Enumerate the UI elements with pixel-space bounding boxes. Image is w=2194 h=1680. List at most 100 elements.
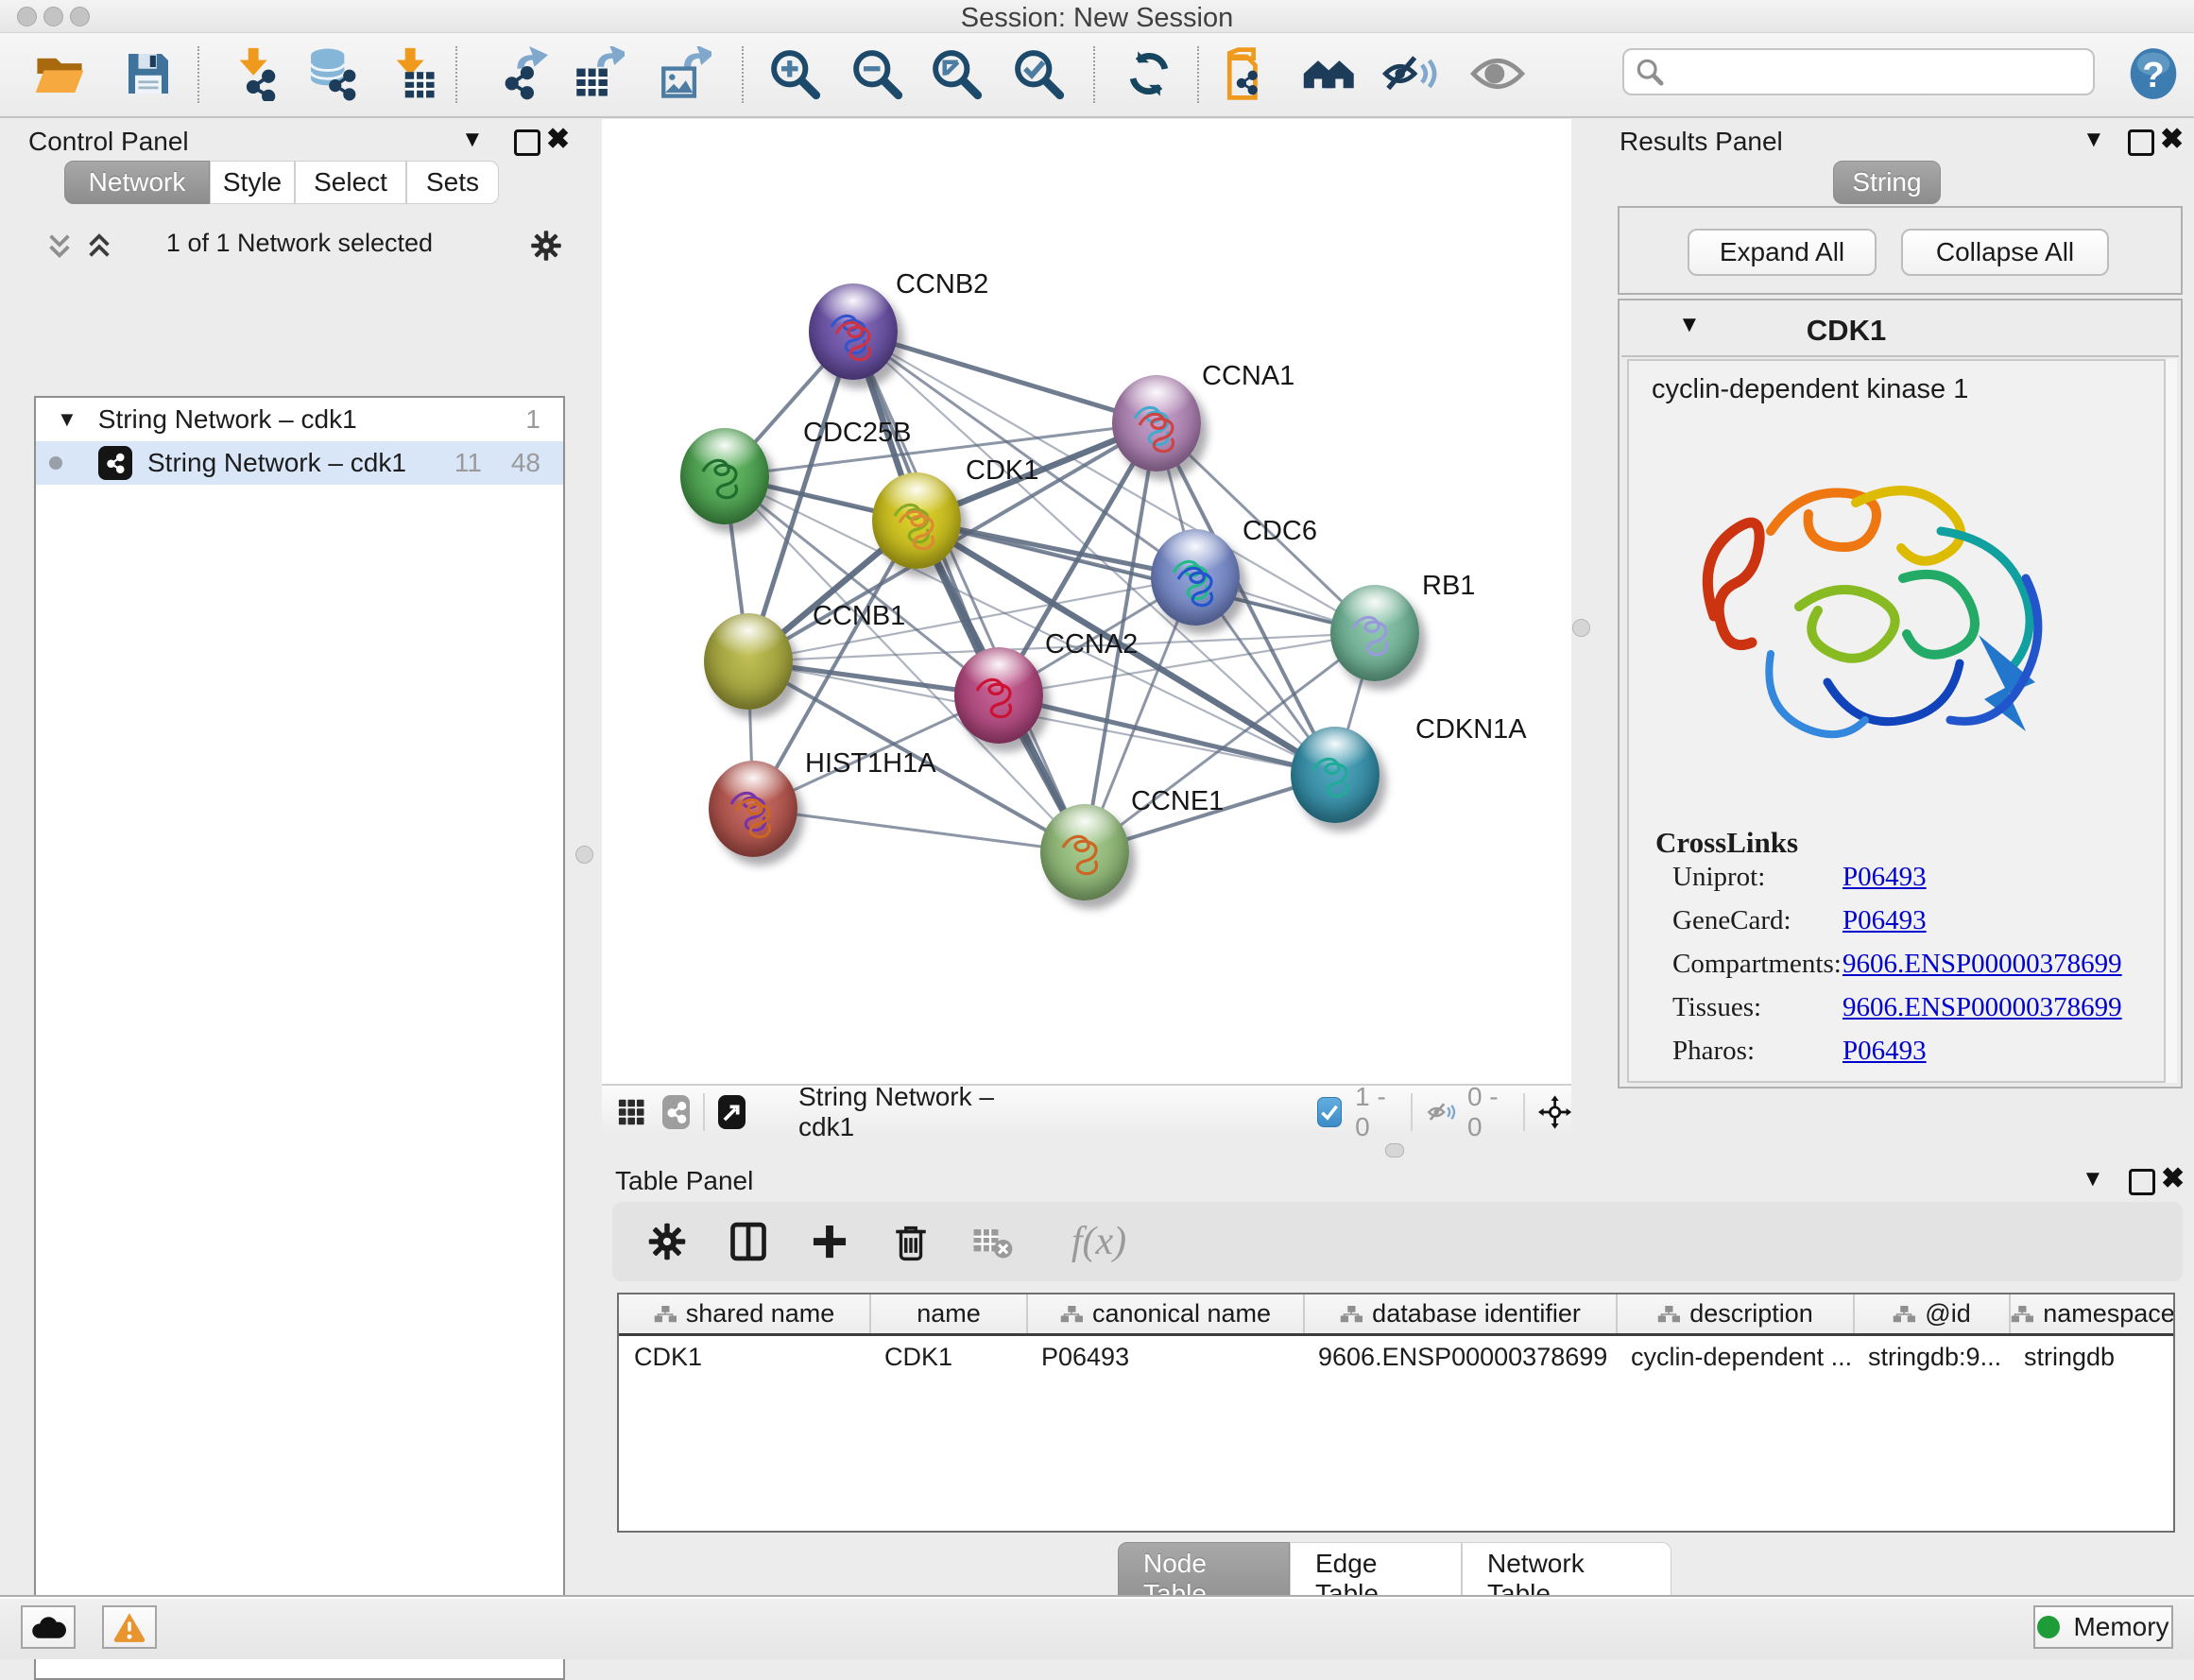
tab-sets[interactable]: Sets — [406, 161, 499, 204]
hidden-eye-slash-icon — [1426, 1097, 1456, 1127]
tab-string[interactable]: String — [1833, 161, 1941, 204]
network-node-CCNB2[interactable] — [809, 283, 898, 380]
collapse-all-button[interactable]: Collapse All — [1901, 229, 2109, 276]
column-header--id[interactable]: @id — [1853, 1294, 2009, 1333]
gear-icon[interactable] — [529, 229, 563, 263]
crosslink-link[interactable]: P06493 — [1843, 1036, 1927, 1067]
table-panel-collapse-icon[interactable]: ▼ — [2082, 1166, 2104, 1192]
column-header-database-identifier[interactable]: database identifier — [1303, 1294, 1616, 1333]
delete-column-button[interactable] — [884, 1215, 937, 1268]
control-panel-close-icon[interactable]: ✖ — [546, 123, 570, 156]
column-header-canonical-name[interactable]: canonical name — [1026, 1294, 1303, 1333]
network-node-CDC6[interactable] — [1151, 529, 1240, 626]
show-columns-button[interactable] — [722, 1215, 775, 1268]
column-header-namespace[interactable]: namespace — [2009, 1294, 2175, 1333]
tab-select[interactable]: Select — [295, 161, 406, 204]
table-cell[interactable]: stringdb — [2009, 1343, 2175, 1372]
import-table-from-file-button[interactable] — [381, 43, 443, 105]
network-node-HIST1H1A[interactable] — [709, 761, 797, 857]
network-edge-CCNB2-CCNA1[interactable] — [853, 332, 1157, 423]
function-builder-button[interactable]: f(x) — [1047, 1215, 1151, 1268]
open-folder-icon — [32, 46, 87, 101]
results-panel-float-icon[interactable] — [2128, 129, 2154, 156]
zoom-selected-button[interactable] — [1007, 43, 1070, 105]
import-network-from-database-button[interactable] — [301, 43, 364, 105]
clone-network-button[interactable] — [1219, 43, 1281, 105]
export-image-button[interactable] — [653, 43, 715, 105]
column-header-name[interactable]: name — [869, 1294, 1026, 1333]
expand-all-button[interactable]: Expand All — [1688, 229, 1877, 276]
network-node-CCNA2[interactable] — [954, 647, 1043, 744]
control-panel-float-icon[interactable] — [514, 129, 540, 156]
table-cell[interactable]: cyclin-dependent ... — [1616, 1343, 1853, 1372]
crosslink-row: GeneCard:P06493 — [1672, 901, 2145, 939]
network-selected-status: 1 of 1 Network selected — [34, 229, 565, 258]
help-button[interactable]: ? — [2122, 43, 2185, 105]
grid-view-icon[interactable] — [617, 1094, 645, 1130]
export-network-button[interactable] — [489, 43, 552, 105]
horizontal-splitter-handle[interactable] — [1385, 1143, 1404, 1157]
node-label-HIST1H1A: HIST1H1A — [805, 748, 936, 780]
selected-checkbox[interactable] — [1317, 1097, 1342, 1127]
network-edge-CCNA2-CDKN1A[interactable] — [999, 695, 1335, 775]
zoom-fit-content-button[interactable] — [925, 43, 987, 105]
cloud-status-button[interactable] — [21, 1605, 76, 1649]
search-input[interactable] — [1673, 57, 2083, 88]
zoom-in-button[interactable] — [763, 43, 826, 105]
network-edge-CCNE1-HIST1H1A[interactable] — [753, 809, 1085, 852]
warnings-button[interactable] — [102, 1605, 157, 1649]
crosslink-link[interactable]: 9606.ENSP00000378699 — [1843, 949, 2122, 980]
left-splitter-handle[interactable] — [575, 846, 593, 864]
fit-selection-crosshair-icon[interactable] — [1538, 1091, 1571, 1133]
collection-expander-icon[interactable]: ▼ — [57, 407, 77, 432]
network-collection-row[interactable]: ▼ String Network – cdk1 1 — [36, 398, 563, 441]
collection-count: 1 — [525, 404, 540, 435]
network-node-CCNA1[interactable] — [1112, 375, 1201, 471]
crosslink-link[interactable]: P06493 — [1843, 862, 1927, 893]
table-panel-close-icon[interactable]: ✖ — [2161, 1162, 2185, 1195]
create-column-button[interactable] — [803, 1215, 856, 1268]
export-table-button[interactable] — [566, 43, 628, 105]
network-canvas[interactable]: CCNB2CCNA1CDC25BCDK1CDC6RB1CCNB1CCNA2CDK… — [602, 119, 1571, 1084]
zoom-out-button[interactable] — [846, 43, 908, 105]
column-header-description[interactable]: description — [1616, 1294, 1853, 1333]
network-node-CDKN1A[interactable] — [1291, 727, 1380, 823]
home-layout-button[interactable] — [1298, 43, 1361, 105]
open-session-button[interactable] — [28, 43, 91, 105]
protein-ribbon-thumbnail — [1151, 529, 1240, 626]
right-splitter-handle[interactable] — [1572, 619, 1590, 637]
hide-annotations-button[interactable] — [1378, 43, 1440, 105]
network-node-CDC25B[interactable] — [680, 428, 769, 524]
network-share-view-icon[interactable] — [662, 1095, 690, 1129]
save-session-button[interactable] — [117, 43, 180, 105]
show-annotations-button[interactable] — [1466, 43, 1529, 105]
crosslink-link[interactable]: 9606.ENSP00000378699 — [1843, 992, 2122, 1023]
network-node-CCNE1[interactable] — [1040, 804, 1129, 900]
network-node-CCNB1[interactable] — [704, 613, 793, 710]
tab-style[interactable]: Style — [210, 161, 295, 204]
table-cell[interactable]: CDK1 — [619, 1343, 869, 1372]
import-network-from-file-button[interactable] — [224, 43, 286, 105]
table-cell[interactable]: stringdb:9... — [1853, 1343, 2009, 1372]
table-panel-float-icon[interactable] — [2129, 1169, 2155, 1195]
table-cell[interactable]: CDK1 — [869, 1343, 1026, 1372]
network-node-RB1[interactable] — [1330, 585, 1419, 681]
results-panel-close-icon[interactable]: ✖ — [2160, 123, 2184, 156]
control-panel-collapse-icon[interactable]: ▼ — [461, 127, 484, 153]
network-node-CDK1[interactable] — [872, 472, 961, 569]
table-cell[interactable]: 9606.ENSP00000378699 — [1303, 1343, 1616, 1372]
refresh-view-button[interactable] — [1118, 43, 1180, 105]
tab-network[interactable]: Network — [64, 161, 210, 204]
crosslink-link[interactable]: P06493 — [1843, 905, 1927, 936]
memory-button[interactable]: Memory — [2033, 1605, 2173, 1649]
network-row[interactable]: String Network – cdk1 11 48 — [36, 441, 563, 485]
table-settings-button[interactable] — [641, 1215, 694, 1268]
table-row[interactable]: CDK1CDK1P064939606.ENSP00000378699cyclin… — [619, 1336, 2173, 1378]
results-panel-collapse-icon[interactable]: ▼ — [2083, 127, 2105, 153]
table-cell[interactable]: P06493 — [1026, 1343, 1303, 1372]
cloud-icon — [29, 1613, 67, 1641]
delete-table-button[interactable] — [966, 1215, 1019, 1268]
column-header-shared-name[interactable]: shared name — [619, 1294, 869, 1333]
birdseye-view-icon[interactable] — [718, 1095, 746, 1129]
gene-description: cyclin-dependent kinase 1 — [1652, 374, 1968, 405]
